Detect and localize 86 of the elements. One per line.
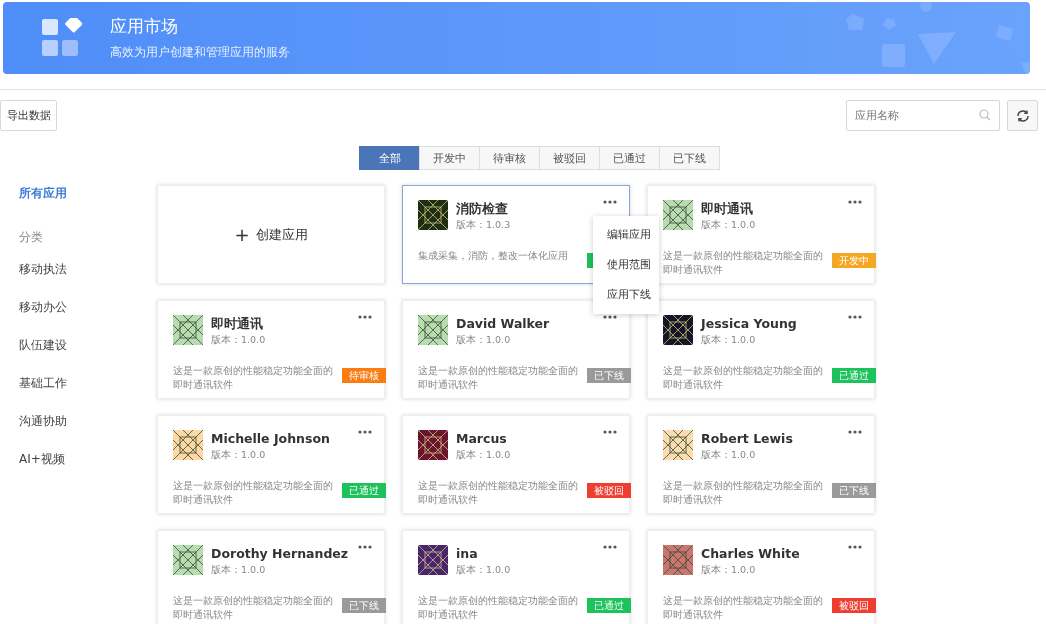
app-version: 版本：1.0.0 [701,334,757,347]
more-icon[interactable] [603,545,617,549]
filter-tab[interactable]: 已下线 [659,146,720,170]
filter-tab[interactable]: 已通过 [599,146,660,170]
app-name: Dorothy Hernandez [211,545,350,562]
app-version: 版本：1.0.0 [211,564,267,577]
more-icon[interactable] [848,430,862,434]
status-badge: 已下线 [587,368,631,383]
create-app-card[interactable]: + 创建应用 [157,185,385,284]
app-grid-logo-icon [42,18,84,58]
app-description: 这是一款原创的性能稳定功能全面的即时通讯软件 [173,594,334,622]
more-icon[interactable] [848,200,862,204]
app-version: 版本：1.0.0 [456,564,512,577]
app-name: 即时通讯 [211,315,264,332]
more-icon[interactable] [603,315,617,319]
app-name: David Walker [456,315,551,332]
filter-tab[interactable]: 待审核 [479,146,540,170]
more-icon[interactable] [603,430,617,434]
more-icon[interactable] [848,545,862,549]
app-description: 这是一款原创的性能稳定功能全面的即时通讯软件 [663,364,824,392]
sidebar-item[interactable]: 所有应用 [19,185,157,201]
app-description: 这是一款原创的性能稳定功能全面的即时通讯软件 [173,479,334,507]
status-badge: 已下线 [342,598,386,613]
status-badge: 被驳回 [832,598,876,613]
app-description: 这是一款原创的性能稳定功能全面的即时通讯软件 [663,594,824,622]
status-badge: 已下线 [832,483,876,498]
app-version: 版本：1.0.0 [211,449,267,462]
filter-tab[interactable]: 开发中 [419,146,480,170]
app-card[interactable]: Robert Lewis 版本：1.0.0 这是一款原创的性能稳定功能全面的即时通讯软件 已下线 [647,415,875,514]
sidebar-item[interactable]: AI+视频 [19,451,157,467]
app-name: Marcus [456,430,508,447]
app-version: 版本：1.0.3 [456,219,512,232]
search-icon [979,109,991,121]
filter-tab[interactable]: 全部 [359,146,420,170]
app-version: 版本：1.0.0 [456,449,512,462]
app-version: 版本：1.0.0 [701,564,757,577]
app-name: Robert Lewis [701,430,794,447]
app-description: 这是一款原创的性能稳定功能全面的即时通讯软件 [418,479,579,507]
app-name: 即时通讯 [701,200,754,217]
app-name: 消防检查 [456,200,509,217]
app-description: 这是一款原创的性能稳定功能全面的即时通讯软件 [173,364,334,392]
app-version: 版本：1.0.0 [701,449,757,462]
more-icon[interactable] [848,315,862,319]
more-icon[interactable] [358,315,372,319]
app-card[interactable]: Charles White 版本：1.0.0 这是一款原创的性能稳定功能全面的即时通讯软件 被驳回 [647,530,875,624]
app-card[interactable]: Marcus 版本：1.0.0 这是一款原创的性能稳定功能全面的即时通讯软件 被驳回 [402,415,630,514]
app-version: 版本：1.0.0 [211,334,267,347]
refresh-button[interactable] [1007,100,1038,131]
app-card[interactable]: 即时通讯 版本：1.0.0 这是一款原创的性能稳定功能全面的即时通讯软件 待审核 [157,300,385,399]
status-badge: 开发中 [832,253,876,268]
export-data-button[interactable]: 导出数据 [0,100,57,131]
app-card[interactable]: ina 版本：1.0.0 这是一款原创的性能稳定功能全面的即时通讯软件 已通过 [402,530,630,624]
sidebar-item[interactable]: 移动执法 [19,261,157,277]
status-badge: 已通过 [587,598,631,613]
page-title: 应用市场 [110,15,179,38]
page-subtitle: 高效为用户创建和管理应用的服务 [110,44,290,61]
category-heading: 分类 [19,229,44,245]
app-name: Michelle Johnson [211,430,331,447]
app-card[interactable]: David Walker 版本：1.0.0 这是一款原创的性能稳定功能全面的即时通讯软件 已下线 [402,300,630,399]
app-name-search-field[interactable]: 应用名称 [846,100,1000,131]
app-version: 版本：1.0.0 [456,334,512,347]
more-icon[interactable] [358,545,372,549]
status-badge: 被驳回 [587,483,631,498]
app-description: 这是一款原创的性能稳定功能全面的即时通讯软件 [663,479,824,507]
app-card[interactable]: Dorothy Hernandez 版本：1.0.0 这是一款原创的性能稳定功能全面的即时通讯软件 已下线 [157,530,385,624]
status-badge: 已通过 [342,483,386,498]
more-icon[interactable] [603,200,617,204]
sidebar-item[interactable]: 队伍建设 [19,337,157,353]
refresh-icon [1015,108,1030,123]
app-name: Jessica Young [701,315,798,332]
sidebar-item[interactable]: 基础工作 [19,375,157,391]
app-description: 这是一款原创的性能稳定功能全面的即时通讯软件 [418,594,579,622]
status-badge: 待审核 [342,368,386,383]
app-description: 这是一款原创的性能稳定功能全面的即时通讯软件 [418,364,579,392]
app-description: 集成采集，消防，整改一体化应用 [418,249,569,263]
app-description: 这是一款原创的性能稳定功能全面的即时通讯软件 [663,249,824,277]
filter-tab[interactable]: 被驳回 [539,146,600,170]
sidebar-item[interactable]: 移动办公 [19,299,157,315]
app-name: ina [456,545,479,562]
app-name: Charles White [701,545,801,562]
status-badge: 已通过 [832,368,876,383]
app-version: 版本：1.0.0 [701,219,757,232]
sidebar-item[interactable]: 沟通协助 [19,413,157,429]
app-card[interactable]: Jessica Young 版本：1.0.0 这是一款原创的性能稳定功能全面的即时通讯软件 已通过 [647,300,875,399]
app-card[interactable]: Michelle Johnson 版本：1.0.0 这是一款原创的性能稳定功能全面的即时通讯软件 已通过 [157,415,385,514]
more-icon[interactable] [358,430,372,434]
